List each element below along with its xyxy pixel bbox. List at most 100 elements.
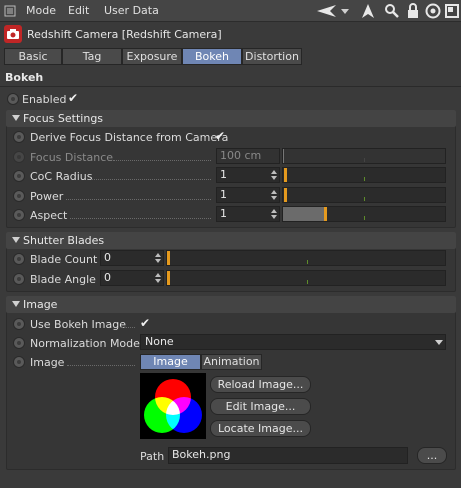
image-group-title: Image bbox=[23, 298, 58, 311]
menu-edit[interactable]: Edit bbox=[68, 4, 89, 17]
normalization-mode-label: Normalization Mode bbox=[30, 337, 140, 350]
blade-count-slider-handle[interactable] bbox=[167, 251, 170, 265]
tab-bokeh[interactable]: Bokeh bbox=[182, 48, 242, 65]
tab-basic[interactable]: Basic bbox=[4, 48, 62, 65]
aspect-slider-fill bbox=[283, 207, 324, 221]
slider-tick bbox=[307, 260, 308, 264]
coc-radius-dots bbox=[92, 179, 211, 180]
blade-angle-label: Blade Angle bbox=[30, 273, 96, 286]
object-title: Redshift Camera [Redshift Camera] bbox=[27, 28, 222, 41]
edit-image-button[interactable]: Edit Image... bbox=[210, 398, 311, 415]
blade-count-label: Blade Count bbox=[30, 253, 98, 266]
image-dots bbox=[67, 365, 135, 366]
slider-tick bbox=[364, 216, 365, 220]
power-slider[interactable] bbox=[282, 187, 446, 203]
aspect-keyframe-radio[interactable] bbox=[13, 209, 25, 221]
search-icon[interactable] bbox=[384, 3, 400, 19]
coc-radius-label: CoC Radius bbox=[30, 170, 93, 183]
normalization-mode-dropdown[interactable]: None bbox=[140, 334, 446, 350]
dropdown-arrow-icon[interactable] bbox=[340, 3, 350, 19]
redshift-camera-icon bbox=[4, 25, 22, 43]
focus-distance-dots bbox=[113, 160, 211, 161]
rgb-circles-image bbox=[144, 379, 202, 433]
browse-button[interactable]: ... bbox=[417, 447, 447, 464]
use-bokeh-image-keyframe-radio[interactable] bbox=[13, 318, 25, 330]
section-title: Bokeh bbox=[5, 71, 44, 84]
slider-tick bbox=[364, 177, 365, 181]
power-slider-handle[interactable] bbox=[284, 188, 287, 202]
menu-mode[interactable]: Mode bbox=[26, 4, 56, 17]
aspect-slider[interactable] bbox=[282, 206, 446, 222]
aspect-slider-handle[interactable] bbox=[324, 207, 327, 221]
menu-user-data[interactable]: User Data bbox=[104, 4, 159, 17]
coc-radius-slider[interactable] bbox=[282, 167, 446, 183]
slider-tick bbox=[364, 197, 365, 201]
collapse-triangle-icon bbox=[12, 115, 20, 121]
blade-angle-keyframe-radio[interactable] bbox=[13, 273, 25, 285]
image-group-header[interactable]: Image bbox=[6, 296, 456, 313]
focus-distance-field: 100 cm bbox=[216, 148, 280, 164]
blade-count-slider[interactable] bbox=[166, 250, 446, 266]
enabled-label: Enabled bbox=[22, 93, 67, 106]
tab-exposure[interactable]: Exposure bbox=[122, 48, 182, 65]
focus-distance-keyframe-radio bbox=[13, 151, 25, 163]
focus-settings-title: Focus Settings bbox=[23, 112, 104, 125]
cursor-up-icon[interactable] bbox=[360, 3, 376, 19]
blade-angle-slider-handle[interactable] bbox=[167, 271, 170, 285]
focus-distance-label: Focus Distance bbox=[30, 151, 114, 164]
locate-image-button[interactable]: Locate Image... bbox=[210, 420, 311, 437]
collapse-triangle-icon bbox=[12, 237, 20, 243]
object-header: Redshift Camera [Redshift Camera] bbox=[0, 22, 461, 46]
aspect-label: Aspect bbox=[30, 209, 68, 222]
blade-count-stepper[interactable] bbox=[155, 252, 161, 264]
derive-label: Derive Focus Distance from Camera bbox=[30, 131, 229, 144]
blade-angle-stepper[interactable] bbox=[155, 272, 161, 284]
enabled-checkbox[interactable]: ✔ bbox=[68, 91, 78, 105]
aspect-dots bbox=[70, 218, 211, 219]
panel-bottom bbox=[0, 474, 461, 488]
tab-tag[interactable]: Tag bbox=[62, 48, 122, 65]
tab-distortion[interactable]: Distortion bbox=[242, 48, 302, 65]
use-bokeh-image-label: Use Bokeh Image bbox=[30, 318, 126, 331]
subtab-image[interactable]: Image bbox=[140, 354, 201, 370]
lock-icon[interactable] bbox=[405, 3, 421, 19]
slider-tick bbox=[364, 158, 365, 162]
camera-glyph-icon bbox=[7, 29, 19, 39]
blade-count-keyframe-radio[interactable] bbox=[13, 253, 25, 265]
path-field[interactable]: Bokeh.png bbox=[168, 447, 408, 464]
back-arrow-icon[interactable] bbox=[316, 3, 338, 19]
bokeh-image-preview bbox=[140, 373, 206, 439]
coc-radius-slider-handle[interactable] bbox=[284, 168, 287, 182]
aspect-stepper[interactable] bbox=[271, 208, 277, 220]
menu-bar: Mode Edit User Data bbox=[0, 0, 461, 22]
blade-angle-slider[interactable] bbox=[166, 270, 446, 286]
shutter-blades-title: Shutter Blades bbox=[23, 234, 105, 247]
power-label: Power bbox=[30, 190, 64, 203]
normalization-mode-keyframe-radio[interactable] bbox=[13, 337, 25, 349]
image-label: Image bbox=[30, 356, 65, 369]
reload-image-button[interactable]: Reload Image... bbox=[210, 376, 311, 393]
section-divider bbox=[0, 86, 461, 87]
shutter-blades-header[interactable]: Shutter Blades bbox=[6, 232, 456, 249]
derive-checkbox[interactable]: ✔ bbox=[215, 129, 225, 143]
path-label: Path bbox=[140, 450, 165, 463]
slider-tick bbox=[307, 280, 308, 284]
focus-settings-header[interactable]: Focus Settings bbox=[6, 110, 456, 127]
image-keyframe-radio[interactable] bbox=[13, 356, 25, 368]
chevron-down-icon bbox=[435, 340, 443, 345]
power-keyframe-radio[interactable] bbox=[13, 190, 25, 202]
use-bokeh-image-checkbox[interactable]: ✔ bbox=[140, 316, 150, 330]
focus-distance-slider bbox=[282, 148, 446, 164]
derive-keyframe-radio[interactable] bbox=[13, 131, 25, 143]
subtab-animation[interactable]: Animation bbox=[201, 354, 262, 370]
power-stepper[interactable] bbox=[271, 189, 277, 201]
new-panel-icon[interactable] bbox=[444, 3, 460, 19]
enabled-keyframe-radio[interactable] bbox=[7, 93, 19, 105]
coc-radius-stepper[interactable] bbox=[271, 169, 277, 181]
power-dots bbox=[66, 199, 211, 200]
coc-radius-keyframe-radio[interactable] bbox=[13, 170, 25, 182]
target-icon[interactable] bbox=[425, 3, 441, 19]
collapse-triangle-icon bbox=[12, 301, 20, 307]
menu-grip-icon[interactable] bbox=[4, 5, 16, 17]
use-bokeh-image-dots bbox=[121, 327, 135, 328]
